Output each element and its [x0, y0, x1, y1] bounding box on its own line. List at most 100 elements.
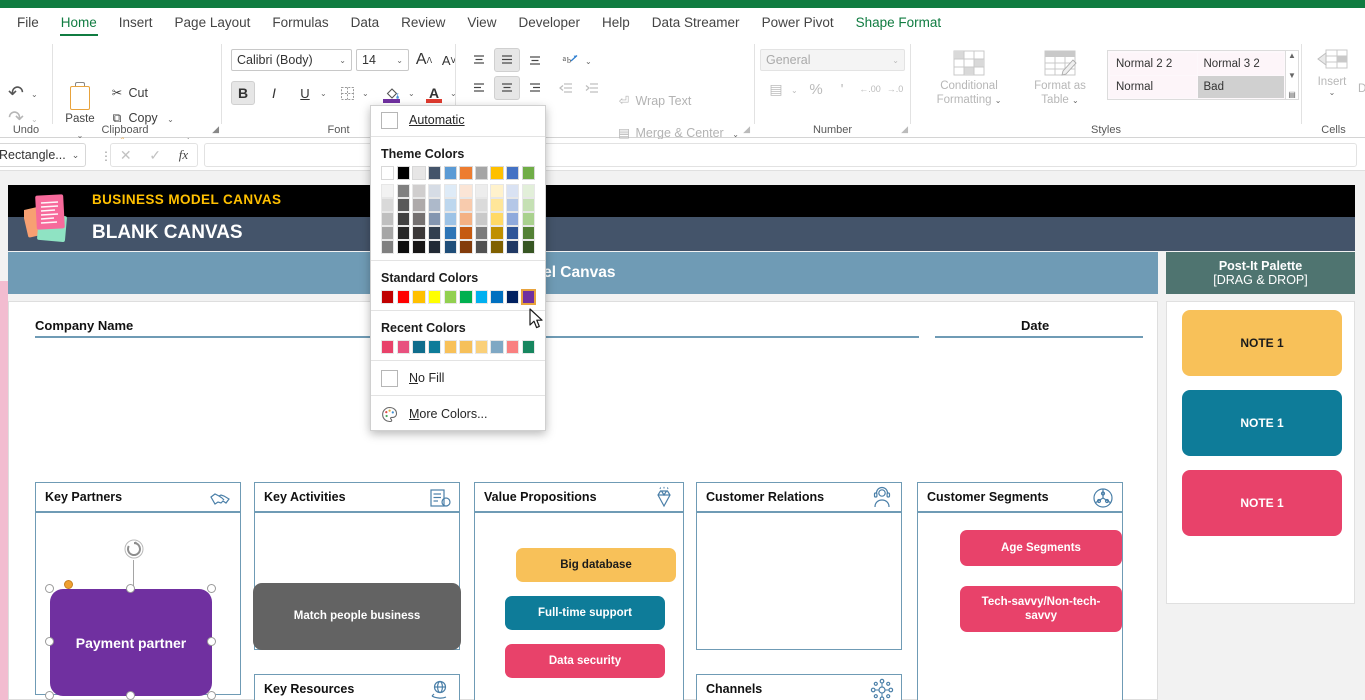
- color-swatch[interactable]: [521, 212, 536, 226]
- accounting-dropdown-icon[interactable]: ⌄: [791, 86, 798, 95]
- font-color-button[interactable]: A: [421, 81, 447, 105]
- cancel-icon[interactable]: ✕: [120, 147, 132, 164]
- bold-button[interactable]: B: [231, 81, 255, 105]
- color-swatch[interactable]: [427, 212, 442, 226]
- note-match-people-business[interactable]: Match people business: [253, 583, 461, 650]
- color-swatch[interactable]: [490, 226, 504, 240]
- ribbon-tab-power-pivot[interactable]: Power Pivot: [751, 8, 845, 38]
- palette-note-1[interactable]: NOTE 1: [1182, 310, 1342, 376]
- resize-handle-bottom-left[interactable]: [45, 691, 54, 700]
- name-box[interactable]: Rectangle... ⌄: [0, 143, 86, 167]
- color-swatch[interactable]: [396, 198, 411, 212]
- resize-handle-top-right[interactable]: [207, 584, 216, 593]
- ribbon-tab-help[interactable]: Help: [591, 8, 641, 38]
- font-size-combobox[interactable]: 14 ⌄: [356, 49, 409, 71]
- color-swatch[interactable]: [396, 240, 411, 254]
- color-swatch[interactable]: [443, 166, 457, 180]
- color-swatch[interactable]: [427, 184, 442, 198]
- increase-font-size-button[interactable]: Aᐱ: [413, 49, 435, 71]
- shape-payment-partner[interactable]: Payment partner: [50, 589, 212, 696]
- color-swatch[interactable]: [427, 226, 442, 240]
- color-swatch[interactable]: [427, 340, 442, 354]
- color-swatch[interactable]: [412, 226, 426, 240]
- ribbon-tab-data-streamer[interactable]: Data Streamer: [641, 8, 751, 38]
- color-swatch[interactable]: [459, 184, 473, 198]
- color-swatch[interactable]: [427, 166, 442, 180]
- color-swatch[interactable]: [506, 240, 520, 254]
- color-swatch[interactable]: [396, 290, 411, 304]
- section-key-resources[interactable]: Key Resources: [254, 674, 460, 700]
- ribbon-tab-view[interactable]: View: [456, 8, 507, 38]
- color-swatch[interactable]: [474, 166, 489, 180]
- rotate-handle-icon[interactable]: [123, 538, 145, 560]
- note-full-time-support[interactable]: Full-time support: [505, 596, 665, 630]
- color-swatch[interactable]: [459, 166, 473, 180]
- borders-dropdown-icon[interactable]: ⌄: [362, 89, 369, 98]
- alignment-dialog-launcher[interactable]: ◢: [743, 124, 750, 135]
- color-swatch[interactable]: [490, 290, 504, 304]
- color-swatch[interactable]: [412, 240, 426, 254]
- recent-colors-grid[interactable]: [371, 340, 545, 358]
- align-bottom-button[interactable]: [524, 50, 546, 70]
- font-name-combobox[interactable]: Calibri (Body) ⌄: [231, 49, 352, 71]
- color-swatch[interactable]: [490, 184, 504, 198]
- undo-dropdown-icon[interactable]: ⌄: [31, 90, 38, 99]
- color-swatch[interactable]: [412, 198, 426, 212]
- resize-handle-middle-right[interactable]: [207, 637, 216, 646]
- color-swatch[interactable]: [396, 184, 411, 198]
- cut-button[interactable]: ✂ Cut: [109, 85, 148, 100]
- borders-button[interactable]: [335, 81, 359, 105]
- increase-decimal-button[interactable]: ←.00: [858, 78, 882, 100]
- automatic-color-option[interactable]: Automatic: [371, 106, 545, 134]
- color-swatch[interactable]: [396, 166, 411, 180]
- more-colors-option[interactable]: More Colors...: [371, 398, 545, 430]
- color-swatch[interactable]: [381, 240, 395, 254]
- color-swatch[interactable]: [521, 184, 536, 198]
- ribbon-tab-page-layout[interactable]: Page Layout: [164, 8, 262, 38]
- color-swatch[interactable]: [381, 290, 395, 304]
- color-swatch[interactable]: [396, 340, 411, 354]
- conditional-formatting-button[interactable]: Conditional Formatting ⌄: [923, 50, 1015, 108]
- color-swatch[interactable]: [474, 184, 489, 198]
- color-swatch[interactable]: [521, 240, 536, 254]
- resize-handle-bottom-center[interactable]: [126, 691, 135, 700]
- color-swatch[interactable]: [490, 240, 504, 254]
- chevron-down-icon[interactable]: ⌄: [66, 150, 86, 161]
- number-dialog-launcher[interactable]: ◢: [901, 124, 908, 135]
- format-as-table-button[interactable]: Format as Table ⌄: [1021, 50, 1099, 108]
- scroll-up-icon[interactable]: ▲: [1288, 51, 1296, 60]
- resize-handle-bottom-right[interactable]: [207, 691, 216, 700]
- chevron-down-icon[interactable]: ⌄: [995, 96, 1002, 105]
- comma-style-button[interactable]: ': [831, 78, 853, 100]
- color-swatch[interactable]: [520, 289, 537, 305]
- color-swatch[interactable]: [381, 198, 395, 212]
- scroll-down-icon[interactable]: ▼: [1288, 71, 1296, 80]
- color-swatch[interactable]: [443, 184, 457, 198]
- chevron-down-icon[interactable]: ⌄: [1072, 96, 1079, 105]
- color-swatch[interactable]: [443, 198, 457, 212]
- check-icon[interactable]: ✓: [149, 147, 161, 164]
- insert-function-icon[interactable]: fx: [179, 147, 188, 163]
- color-swatch[interactable]: [506, 226, 520, 240]
- color-swatch[interactable]: [412, 290, 426, 304]
- ribbon-tab-developer[interactable]: Developer: [507, 8, 591, 38]
- color-swatch[interactable]: [506, 290, 520, 304]
- note-tech-savvy[interactable]: Tech-savvy/Non-tech-savvy: [960, 586, 1122, 632]
- color-swatch[interactable]: [412, 184, 426, 198]
- insert-cells-button[interactable]: Insert ⌄: [1310, 49, 1354, 97]
- percent-style-button[interactable]: %: [805, 78, 827, 100]
- color-swatch[interactable]: [490, 212, 504, 226]
- cell-style-normal-3-2[interactable]: Normal 3 2: [1197, 53, 1284, 75]
- fill-color-dropdown-icon[interactable]: ⌄: [408, 89, 415, 98]
- cell-style-bad[interactable]: Bad: [1197, 76, 1284, 98]
- ribbon-tab-insert[interactable]: Insert: [108, 8, 164, 38]
- color-swatch[interactable]: [521, 340, 536, 354]
- color-swatch[interactable]: [412, 340, 426, 354]
- redo-dropdown-icon[interactable]: ⌄: [31, 115, 38, 124]
- section-customer-relations[interactable]: Customer Relations: [696, 482, 902, 650]
- underline-dropdown-icon[interactable]: ⌄: [320, 89, 327, 98]
- italic-button[interactable]: I: [262, 81, 286, 105]
- color-swatch[interactable]: [521, 166, 536, 180]
- align-middle-button[interactable]: [494, 48, 520, 72]
- number-format-combobox[interactable]: General ⌄: [760, 49, 905, 71]
